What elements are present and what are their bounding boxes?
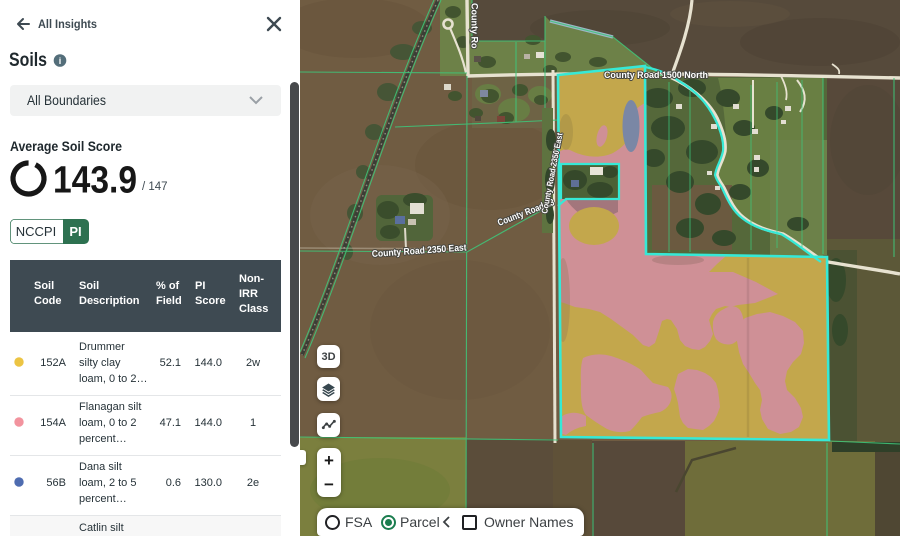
svg-text:Soils: Soils — [9, 49, 47, 71]
svg-text:Drummer: Drummer — [79, 341, 125, 353]
svg-text:47.1: 47.1 — [160, 417, 181, 429]
svg-text:County Ro: County Ro — [470, 3, 480, 49]
svg-text:% of: % of — [156, 280, 180, 292]
svg-text:Dana silt: Dana silt — [79, 461, 122, 473]
svg-text:All Boundaries: All Boundaries — [27, 93, 106, 108]
svg-text:County Road 1500 North: County Road 1500 North — [604, 70, 708, 81]
svg-text:Flanagan silt: Flanagan silt — [79, 401, 141, 413]
svg-text:percent…: percent… — [79, 433, 127, 445]
svg-text:2w: 2w — [246, 357, 260, 369]
svg-text:Class: Class — [239, 303, 268, 315]
svg-text:143.9: 143.9 — [53, 160, 137, 202]
svg-text:loam, 0 to 2: loam, 0 to 2 — [79, 417, 136, 429]
svg-text:144.0: 144.0 — [194, 417, 222, 429]
svg-text:Description: Description — [79, 295, 140, 307]
svg-text:percent…: percent… — [79, 493, 127, 505]
svg-text:loam, 0 to 2…: loam, 0 to 2… — [79, 373, 147, 385]
svg-text:NCCPI: NCCPI — [16, 224, 56, 239]
svg-text:Soil: Soil — [34, 280, 54, 292]
svg-text:1: 1 — [250, 417, 256, 429]
svg-text:PI: PI — [195, 280, 205, 292]
svg-text:/ 147: / 147 — [142, 181, 168, 193]
svg-text:All Insights: All Insights — [38, 19, 97, 31]
svg-text:130.0: 130.0 — [194, 477, 222, 489]
svg-text:Catlin silt: Catlin silt — [79, 522, 124, 534]
svg-text:silty clay: silty clay — [79, 357, 121, 369]
svg-text:loam, 2 to 5: loam, 2 to 5 — [79, 477, 136, 489]
svg-text:Soil: Soil — [79, 280, 99, 292]
svg-text:152A: 152A — [40, 357, 66, 369]
svg-text:2e: 2e — [247, 477, 259, 489]
svg-text:IRR: IRR — [239, 288, 258, 300]
svg-text:Non-: Non- — [239, 273, 264, 285]
svg-text:52.1: 52.1 — [160, 357, 181, 369]
svg-text:Code: Code — [34, 295, 62, 307]
svg-text:Average Soil Score: Average Soil Score — [10, 139, 122, 154]
svg-text:i: i — [59, 56, 62, 66]
svg-text:144.0: 144.0 — [194, 357, 222, 369]
svg-text:0.6: 0.6 — [166, 477, 181, 489]
svg-text:154A: 154A — [40, 417, 66, 429]
svg-text:56B: 56B — [46, 477, 66, 489]
svg-text:Field: Field — [156, 295, 182, 307]
svg-text:Score: Score — [195, 295, 226, 307]
svg-text:PI: PI — [69, 224, 81, 239]
